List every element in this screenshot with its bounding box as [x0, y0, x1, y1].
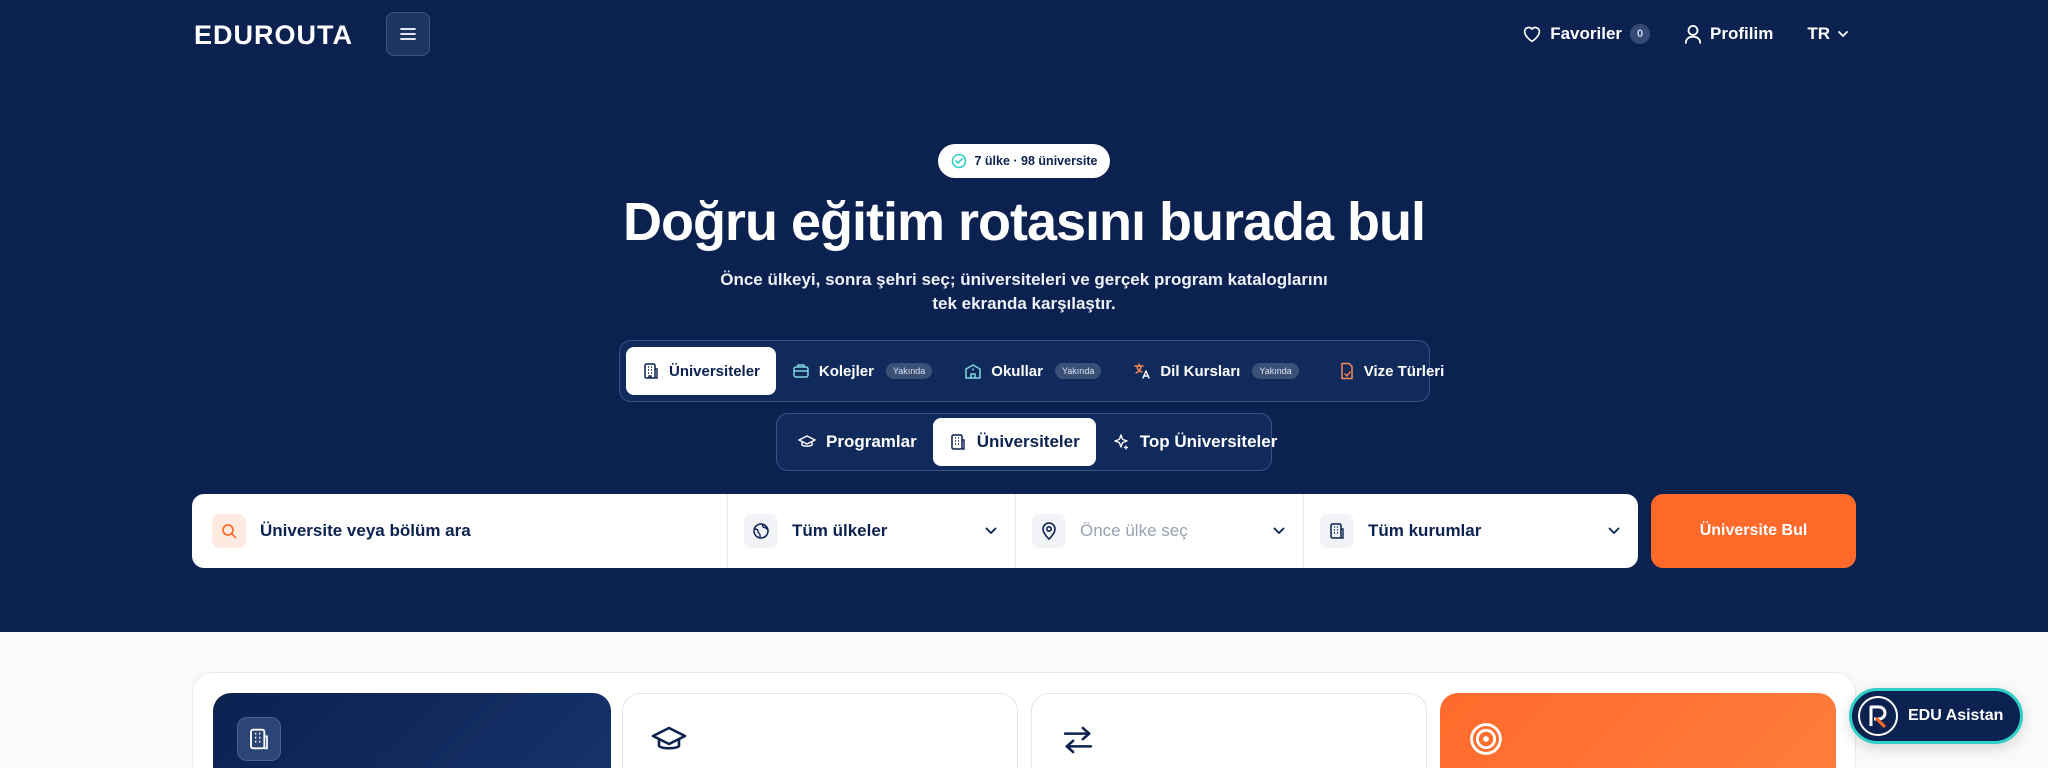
- target-icon: [1470, 723, 1502, 755]
- chevron-down-icon: [985, 527, 997, 534]
- tab-language-courses[interactable]: Dil Kursları Yakında: [1117, 347, 1314, 395]
- tab-schools[interactable]: Okullar Yakında: [948, 347, 1117, 395]
- chevron-down-icon: [1838, 31, 1848, 37]
- institution-value: Tüm kurumlar: [1368, 521, 1482, 540]
- country-value: Tüm ülkeler: [792, 521, 888, 540]
- city-select[interactable]: Önce ülke seç: [1016, 494, 1304, 568]
- user-icon: [1684, 25, 1702, 44]
- nav-actions: Favoriler 0 Profilim TR: [1522, 18, 1848, 50]
- logo-text: EDUROUTA: [194, 19, 353, 50]
- favorites-link[interactable]: Favoriler 0: [1522, 24, 1651, 44]
- subtab-label: Top Üniversiteler: [1139, 432, 1278, 451]
- graduation-cap-icon: [651, 726, 687, 750]
- building-icon: [950, 434, 965, 450]
- building-icon-box: [1320, 514, 1354, 548]
- building-icon: [250, 728, 268, 750]
- chevron-down-icon: [1608, 527, 1620, 534]
- subtab-top-universities[interactable]: Top Üniversiteler: [1096, 418, 1294, 466]
- country-select[interactable]: Tüm ülkeler: [728, 494, 1016, 568]
- search-input[interactable]: Üniversite veya bölüm ara: [192, 494, 728, 568]
- heart-icon: [1524, 26, 1541, 43]
- tab-label: Dil Kursları: [1160, 362, 1241, 380]
- language-label: TR: [1807, 24, 1830, 43]
- translate-icon: [1134, 363, 1151, 379]
- card-icon-box: [1464, 717, 1508, 761]
- school-icon: [965, 364, 982, 379]
- chevron-down-icon: [1273, 527, 1285, 534]
- card-icon-box: [237, 717, 281, 761]
- category-tabs: Üniversiteler Kolejler Yakında Okullar Y…: [619, 340, 1444, 402]
- globe-icon-box: [744, 514, 778, 548]
- card-icon-box: [1056, 718, 1100, 762]
- search-icon: [222, 524, 237, 539]
- search-placeholder: Üniversite veya bölüm ara: [260, 521, 471, 540]
- graduation-cap-icon: [798, 435, 816, 447]
- page-subtitle: Önce ülkeyi, sonra şehri seç; üniversite…: [720, 270, 1328, 313]
- city-placeholder: Önce ülke seç: [1080, 521, 1188, 540]
- subtab-programs[interactable]: Programlar: [782, 418, 933, 466]
- find-university-button[interactable]: Üniversite Bul: [1651, 494, 1856, 568]
- coming-soon-badge: Yakında: [1252, 363, 1299, 379]
- stats-pill: 7 ülke · 98 üniversite: [938, 144, 1110, 178]
- favorites-count-badge: 0: [1630, 24, 1651, 44]
- feature-card-target[interactable]: [1440, 693, 1836, 768]
- coming-soon-badge: Yakında: [885, 363, 933, 379]
- favorites-label: Favoriler: [1550, 24, 1623, 43]
- tab-label: Üniversiteler: [669, 362, 760, 380]
- assistant-label: EDU Asistan: [1908, 707, 2004, 724]
- map-pin-icon: [1042, 522, 1056, 540]
- building-icon: [644, 363, 658, 379]
- assistant-logo-icon: [1858, 696, 1898, 736]
- edu-assistant-button[interactable]: EDU Asistan: [1849, 688, 2023, 744]
- building-icon: [1330, 523, 1344, 539]
- tab-label: Kolejler: [818, 362, 874, 380]
- hamburger-icon: [400, 28, 416, 40]
- language-selector[interactable]: TR: [1807, 24, 1848, 44]
- document-icon: [1340, 362, 1353, 380]
- feature-card-programs[interactable]: [622, 693, 1018, 768]
- feature-card-universities[interactable]: [213, 693, 611, 768]
- menu-button[interactable]: [386, 12, 430, 56]
- institution-select[interactable]: Tüm kurumlar: [1304, 494, 1638, 568]
- tab-colleges[interactable]: Kolejler Yakında: [776, 347, 948, 395]
- profile-link[interactable]: Profilim: [1684, 24, 1773, 44]
- page-title: Doğru eğitim rotasını burada bul: [622, 192, 1426, 252]
- search-icon-box: [212, 514, 246, 548]
- feature-card-compare[interactable]: [1031, 693, 1427, 768]
- tab-label: Vize Türleri: [1363, 362, 1445, 380]
- logo[interactable]: EDUROUTA: [194, 18, 353, 52]
- check-circle-icon: [951, 153, 966, 169]
- arrows-swap-icon: [1063, 726, 1093, 754]
- search-bar: Üniversite veya bölüm ara Tüm ülkeler Ön…: [192, 494, 1638, 568]
- subtab-label: Üniversiteler: [976, 432, 1080, 451]
- subtab-label: Programlar: [826, 432, 917, 451]
- tab-visa-types[interactable]: Vize Türleri: [1323, 347, 1461, 395]
- profile-label: Profilim: [1710, 24, 1774, 43]
- card-icon-box: [647, 718, 691, 762]
- sub-tabs: Programlar Üniversiteler Top Üniversitel…: [776, 413, 1277, 471]
- stats-text: 7 ülke · 98 üniversite: [974, 154, 1098, 168]
- coming-soon-badge: Yakında: [1054, 363, 1102, 379]
- r-logo-icon: [1869, 705, 1887, 728]
- tab-universities[interactable]: Üniversiteler: [626, 347, 776, 395]
- globe-icon: [753, 523, 769, 539]
- subtab-universities[interactable]: Üniversiteler: [932, 418, 1096, 466]
- pin-icon-box: [1032, 514, 1066, 548]
- feature-cards: [192, 672, 1856, 768]
- sparkle-icon: [1114, 434, 1128, 450]
- briefcase-icon: [793, 364, 809, 378]
- tab-label: Okullar: [991, 362, 1043, 380]
